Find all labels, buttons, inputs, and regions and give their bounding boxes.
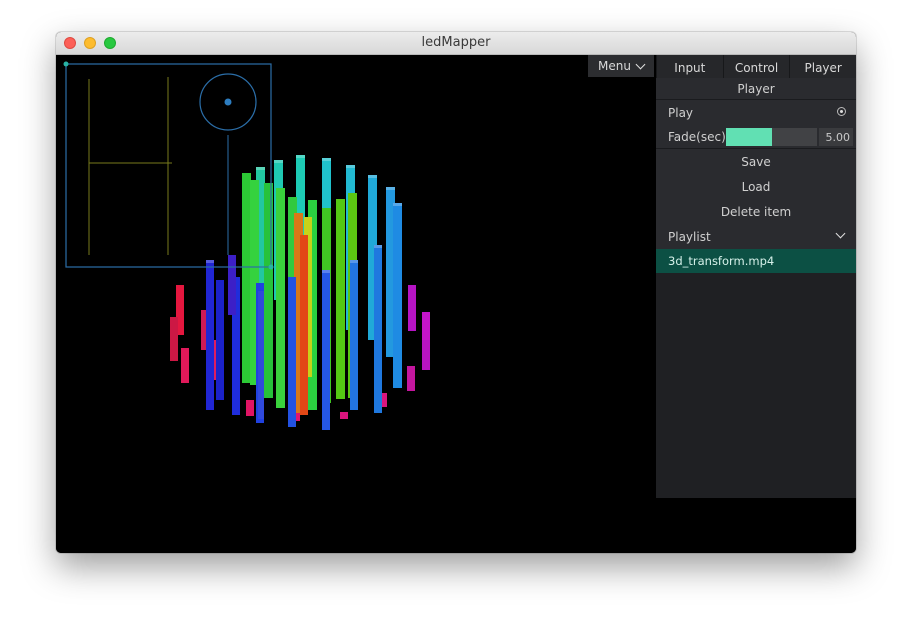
- playlist-item[interactable]: 3d_transform.mp4: [656, 249, 856, 273]
- tab-control[interactable]: Control: [722, 55, 790, 78]
- tab-input[interactable]: Input: [656, 55, 723, 78]
- panel-header: Player: [656, 78, 856, 100]
- load-button[interactable]: Load: [656, 174, 856, 200]
- fade-slider[interactable]: [726, 128, 817, 146]
- chevron-down-icon: [635, 59, 646, 69]
- load-label: Load: [741, 179, 771, 194]
- play-toggle[interactable]: Play: [656, 100, 856, 126]
- playlist-item-name: 3d_transform.mp4: [668, 254, 775, 268]
- fade-value-field[interactable]: 5.00: [819, 128, 853, 146]
- fade-row: Fade(sec) 5.00: [656, 125, 856, 149]
- radio-icon[interactable]: [837, 107, 846, 116]
- play-label: Play: [668, 105, 694, 120]
- save-label: Save: [741, 154, 771, 169]
- app-window: ledMapper Menu Input Control Player Play…: [56, 32, 856, 553]
- player-panel: Player Play Fade(sec) 5.00 Save Load Del…: [656, 78, 856, 498]
- tab-bar: Input Control Player: [656, 55, 856, 78]
- chevron-down-icon: [835, 228, 846, 239]
- window-title: ledMapper: [421, 35, 491, 50]
- playlist-dropdown[interactable]: Playlist: [656, 224, 856, 250]
- menu-label: Menu: [598, 59, 631, 73]
- render-viewport[interactable]: Menu Input Control Player Player Play Fa…: [56, 55, 856, 553]
- playlist-label: Playlist: [668, 229, 711, 244]
- menu-button[interactable]: Menu: [588, 55, 654, 77]
- fade-label: Fade(sec): [668, 129, 726, 144]
- led-columns: [170, 155, 430, 430]
- save-button[interactable]: Save: [656, 149, 856, 175]
- panel-title: Player: [737, 81, 775, 96]
- tab-player[interactable]: Player: [789, 55, 856, 78]
- delete-item-label: Delete item: [720, 204, 792, 219]
- fade-slider-fill: [726, 128, 772, 146]
- delete-item-button[interactable]: Delete item: [656, 199, 856, 225]
- title-bar: ledMapper: [56, 32, 856, 55]
